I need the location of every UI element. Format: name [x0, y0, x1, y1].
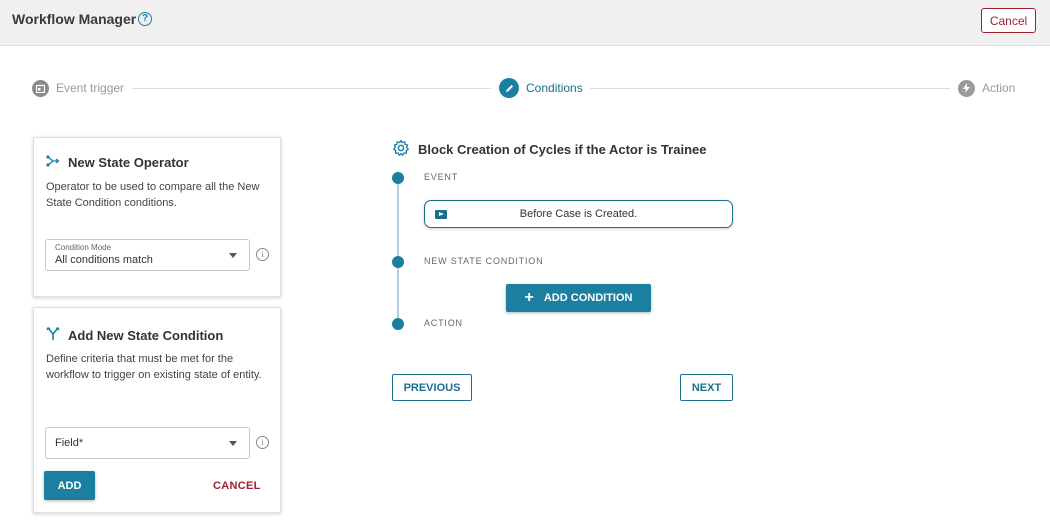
condition-mode-value: All conditions match — [55, 254, 153, 266]
event-section-label: EVENT — [424, 172, 459, 182]
info-icon[interactable]: i — [256, 248, 269, 261]
chevron-down-icon — [229, 441, 237, 446]
step-action[interactable]: Action — [958, 79, 1015, 97]
operator-card-title: New State Operator — [68, 155, 189, 170]
pencil-icon — [499, 78, 519, 98]
timeline-line — [397, 180, 399, 324]
header-bar: Workflow Manager ? Cancel — [0, 0, 1050, 46]
event-value: Before Case is Created. — [519, 208, 638, 220]
workflow-title-text: Block Creation of Cycles if the Actor is… — [418, 142, 707, 157]
stepper-line — [132, 88, 491, 89]
condition-card-title: Add New State Condition — [68, 328, 224, 343]
condition-card-header: Add New State Condition — [46, 327, 223, 344]
branch-icon — [46, 155, 60, 170]
condition-card-description: Define criteria that must be met for the… — [46, 353, 262, 381]
condition-card: Add New State Condition Define criteria … — [33, 307, 281, 513]
add-button[interactable]: ADD — [44, 471, 95, 500]
step-label: Conditions — [526, 81, 583, 95]
next-button[interactable]: NEXT — [680, 374, 733, 401]
step-label: Action — [982, 81, 1016, 95]
step-label: Event trigger — [56, 81, 125, 95]
page-title: Workflow Manager — [12, 11, 137, 27]
step-event-trigger[interactable]: Event trigger — [32, 79, 124, 97]
field-select[interactable]: Field* — [45, 427, 250, 459]
condition-mode-select[interactable]: Condition Mode All conditions match — [45, 239, 250, 271]
merge-icon — [46, 327, 60, 344]
timeline-dot-event — [392, 172, 404, 184]
operator-card-description: Operator to be used to compare all the N… — [46, 181, 260, 209]
condition-mode-label: Condition Mode — [55, 243, 112, 252]
operator-card-header: New State Operator — [46, 155, 189, 170]
field-placeholder: Field* — [55, 437, 84, 449]
stepper-line — [590, 88, 950, 89]
calendar-icon — [32, 79, 49, 97]
gear-icon — [392, 139, 410, 160]
condition-section-label: NEW STATE CONDITION — [424, 256, 544, 266]
question-circle-icon[interactable]: ? — [138, 12, 152, 26]
cancel-button[interactable]: Cancel — [981, 8, 1036, 33]
plus-icon: + — [524, 289, 534, 306]
previous-button[interactable]: PREVIOUS — [392, 374, 472, 401]
add-condition-label: ADD CONDITION — [543, 292, 633, 304]
cancel-condition-button[interactable]: CANCEL — [213, 480, 261, 492]
info-icon[interactable]: i — [256, 436, 269, 449]
event-item[interactable]: Before Case is Created. — [424, 200, 733, 228]
timeline-dot-condition — [392, 256, 404, 268]
chevron-down-icon — [229, 253, 237, 258]
add-condition-button[interactable]: + ADD CONDITION — [506, 284, 651, 312]
step-conditions[interactable]: Conditions — [499, 78, 583, 98]
action-section-label: ACTION — [424, 318, 463, 328]
lightning-icon — [958, 79, 975, 97]
timeline-dot-action — [392, 318, 404, 330]
workflow-title: Block Creation of Cycles if the Actor is… — [392, 139, 707, 160]
operator-card: New State Operator Operator to be used t… — [33, 137, 281, 297]
